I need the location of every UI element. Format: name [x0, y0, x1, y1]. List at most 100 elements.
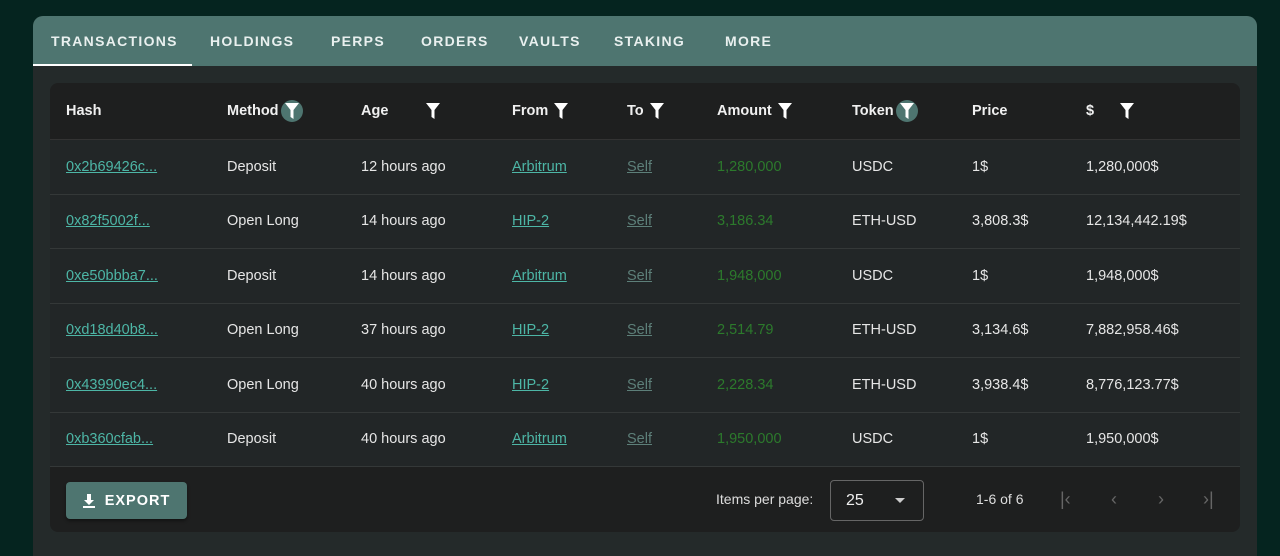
from-cell[interactable]: Arbitrum — [512, 159, 567, 175]
method-column-cell: Deposit — [227, 140, 276, 194]
filter-icon[interactable] — [774, 100, 796, 122]
table-footer: EXPORT Items per page: 25 1-6 of 6 |‹ ‹ … — [50, 467, 1240, 532]
column-header-label: Hash — [66, 103, 102, 119]
export-label: EXPORT — [104, 492, 171, 509]
tab-more[interactable]: MORE — [725, 16, 772, 66]
token-column-cell: ETH-USD — [852, 304, 916, 358]
column-header-label: To — [627, 103, 644, 119]
column-header-to[interactable]: To — [627, 83, 668, 139]
column-header-usd[interactable]: $ — [1086, 83, 1138, 139]
column-header-price[interactable]: Price — [972, 83, 1007, 139]
previous-page-icon[interactable]: ‹ — [1111, 489, 1117, 510]
method-cell: Deposit — [227, 267, 277, 284]
tab-vaults[interactable]: VAULTS — [519, 16, 581, 66]
usd-column-cell: 8,776,123.77$ — [1086, 358, 1179, 412]
amount-cell: 2,514.79 — [717, 322, 774, 339]
price-column-cell: 1$ — [972, 413, 988, 467]
from-cell[interactable]: HIP-2 — [512, 377, 549, 393]
next-page-icon[interactable]: › — [1158, 489, 1164, 510]
price-cell: 1$ — [972, 267, 989, 284]
filter-icon[interactable] — [422, 100, 444, 122]
first-page-icon[interactable]: |‹ — [1060, 489, 1071, 510]
column-header-label: Age — [361, 103, 389, 119]
column-header-amount[interactable]: Amount — [717, 83, 796, 139]
age-column-cell: 14 hours ago — [361, 195, 446, 249]
items-per-page-label: Items per page: — [716, 491, 814, 507]
price-column-cell: 3,938.4$ — [972, 358, 1028, 412]
filter-icon[interactable] — [895, 100, 918, 122]
column-header-hash[interactable]: Hash — [66, 83, 101, 139]
price-cell: 3,134.6$ — [972, 322, 1029, 339]
filter-icon[interactable] — [550, 100, 572, 122]
age-cell: 12 hours ago — [361, 158, 446, 175]
usd-cell: 8,776,123.77$ — [1086, 376, 1179, 393]
from-cell[interactable]: HIP-2 — [512, 322, 549, 338]
from-cell[interactable]: HIP-2 — [512, 213, 549, 229]
method-cell: Open Long — [227, 213, 299, 230]
amount-cell: 1,950,000 — [717, 431, 782, 448]
table-header: Hash Method Age From To Amount Token Price $ — [50, 83, 1240, 140]
amount-column-cell: 2,514.79 — [717, 304, 773, 358]
token-cell: USDC — [852, 158, 894, 175]
tab-orders[interactable]: ORDERS — [421, 16, 489, 66]
method-column-cell: Open Long — [227, 358, 299, 412]
column-header-label: Price — [972, 103, 1008, 119]
from-cell[interactable]: Arbitrum — [512, 431, 567, 447]
tab-bar: TRANSACTIONS HOLDINGS PERPS ORDERS VAULT… — [33, 16, 1257, 66]
hash-cell[interactable]: 0xe50bbba7... — [66, 268, 158, 284]
filter-icon[interactable] — [646, 100, 668, 122]
column-header-from[interactable]: From — [512, 83, 572, 139]
hash-cell[interactable]: 0x2b69426c... — [66, 159, 157, 175]
to-cell[interactable]: Self — [627, 268, 652, 284]
hash-cell[interactable]: 0xd18d40b8... — [66, 322, 158, 338]
to-column-cell: Self — [627, 358, 652, 412]
price-column-cell: 3,134.6$ — [972, 304, 1028, 358]
token-cell: USDC — [852, 267, 894, 284]
hash-cell[interactable]: 0x43990ec4... — [66, 377, 157, 393]
from-cell[interactable]: Arbitrum — [512, 268, 567, 284]
items-per-page-select[interactable]: 25 — [830, 480, 924, 521]
column-header-age[interactable]: Age — [361, 83, 444, 139]
tab-transactions[interactable]: TRANSACTIONS — [33, 16, 192, 66]
usd-column-cell: 7,882,958.46$ — [1086, 304, 1179, 358]
to-cell[interactable]: Self — [627, 431, 652, 447]
to-cell[interactable]: Self — [627, 322, 652, 338]
tab-holdings[interactable]: HOLDINGS — [210, 16, 294, 66]
filter-icon[interactable] — [280, 100, 303, 122]
to-cell[interactable]: Self — [627, 159, 652, 175]
age-column-cell: 40 hours ago — [361, 413, 446, 467]
hash-cell[interactable]: 0xb360cfab... — [66, 431, 153, 447]
amount-column-cell: 1,280,000 — [717, 140, 782, 194]
hash-cell[interactable]: 0x82f5002f... — [66, 213, 150, 229]
amount-cell: 1,948,000 — [717, 267, 782, 284]
from-column-cell: Arbitrum — [512, 413, 567, 467]
age-cell: 14 hours ago — [361, 213, 446, 230]
to-cell[interactable]: Self — [627, 213, 652, 229]
tab-perps[interactable]: PERPS — [331, 16, 385, 66]
hash-column-cell: 0x2b69426c... — [66, 140, 157, 194]
price-column-cell: 3,808.3$ — [972, 195, 1028, 249]
column-header-token[interactable]: Token — [852, 83, 918, 139]
last-page-icon[interactable]: ›| — [1203, 489, 1214, 510]
price-column-cell: 1$ — [972, 140, 988, 194]
token-column-cell: USDC — [852, 140, 893, 194]
filter-icon[interactable] — [1116, 100, 1138, 122]
column-header-method[interactable]: Method — [227, 83, 303, 139]
usd-column-cell: 1,280,000$ — [1086, 140, 1159, 194]
age-cell: 37 hours ago — [361, 322, 446, 339]
to-cell[interactable]: Self — [627, 377, 652, 393]
tab-staking[interactable]: STAKING — [614, 16, 685, 66]
items-per-page-value: 25 — [846, 491, 864, 509]
token-column-cell: USDC — [852, 413, 893, 467]
export-button[interactable]: EXPORT — [66, 482, 187, 519]
token-cell: ETH-USD — [852, 213, 917, 230]
hash-column-cell: 0x43990ec4... — [66, 358, 157, 412]
column-header-label: Token — [852, 103, 894, 119]
column-header-label: Amount — [717, 103, 772, 119]
hash-column-cell: 0x82f5002f... — [66, 195, 150, 249]
hash-column-cell: 0xd18d40b8... — [66, 304, 158, 358]
age-cell: 40 hours ago — [361, 376, 446, 393]
usd-column-cell: 12,134,442.19$ — [1086, 195, 1187, 249]
to-column-cell: Self — [627, 249, 652, 303]
token-cell: USDC — [852, 431, 894, 448]
